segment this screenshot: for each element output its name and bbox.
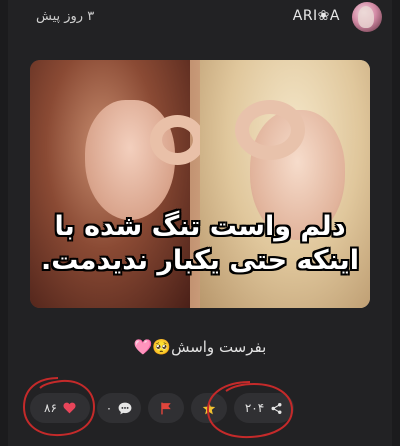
post-body-text: بفرست واسش🥺🩷 [133, 338, 267, 356]
photo-left-hand-gesture [150, 115, 205, 165]
image-caption-line-1: دلم واست تنگ شده با [54, 211, 346, 242]
avatar[interactable] [352, 2, 382, 32]
like-button[interactable]: ۸۶ [30, 393, 90, 423]
author-name[interactable]: ARI❀A [293, 8, 340, 24]
post-header: ۳ روز پیش ARI❀A [8, 0, 392, 40]
share-count: ۲۰۴ [244, 401, 265, 415]
share-button[interactable]: ۲۰۴ [234, 393, 294, 423]
post-card: ۳ روز پیش ARI❀A دلم واست تنگ شده با اینک… [8, 0, 392, 446]
action-bar: ۸۶ ۰ ۲۰۴ [30, 393, 294, 423]
comment-button[interactable]: ۰ [97, 393, 141, 423]
photo-right-hand-gesture [235, 100, 305, 160]
flag-icon [160, 402, 172, 415]
star-icon [202, 402, 216, 415]
heart-icon [63, 402, 76, 414]
post-time: ۳ روز پیش [36, 9, 95, 24]
post-image[interactable]: دلم واست تنگ شده با اینکه حتی یکبار ندید… [30, 60, 370, 308]
image-caption: دلم واست تنگ شده با اینکه حتی یکبار ندید… [30, 210, 370, 278]
share-icon [270, 402, 283, 415]
image-caption-line-2: اینکه حتی یکبار ندیدمت. [40, 245, 360, 276]
report-button[interactable] [148, 393, 184, 423]
like-count: ۸۶ [44, 401, 57, 415]
favorite-button[interactable] [191, 393, 227, 423]
speech-bubble-icon [118, 402, 132, 415]
comment-count: ۰ [105, 401, 113, 415]
